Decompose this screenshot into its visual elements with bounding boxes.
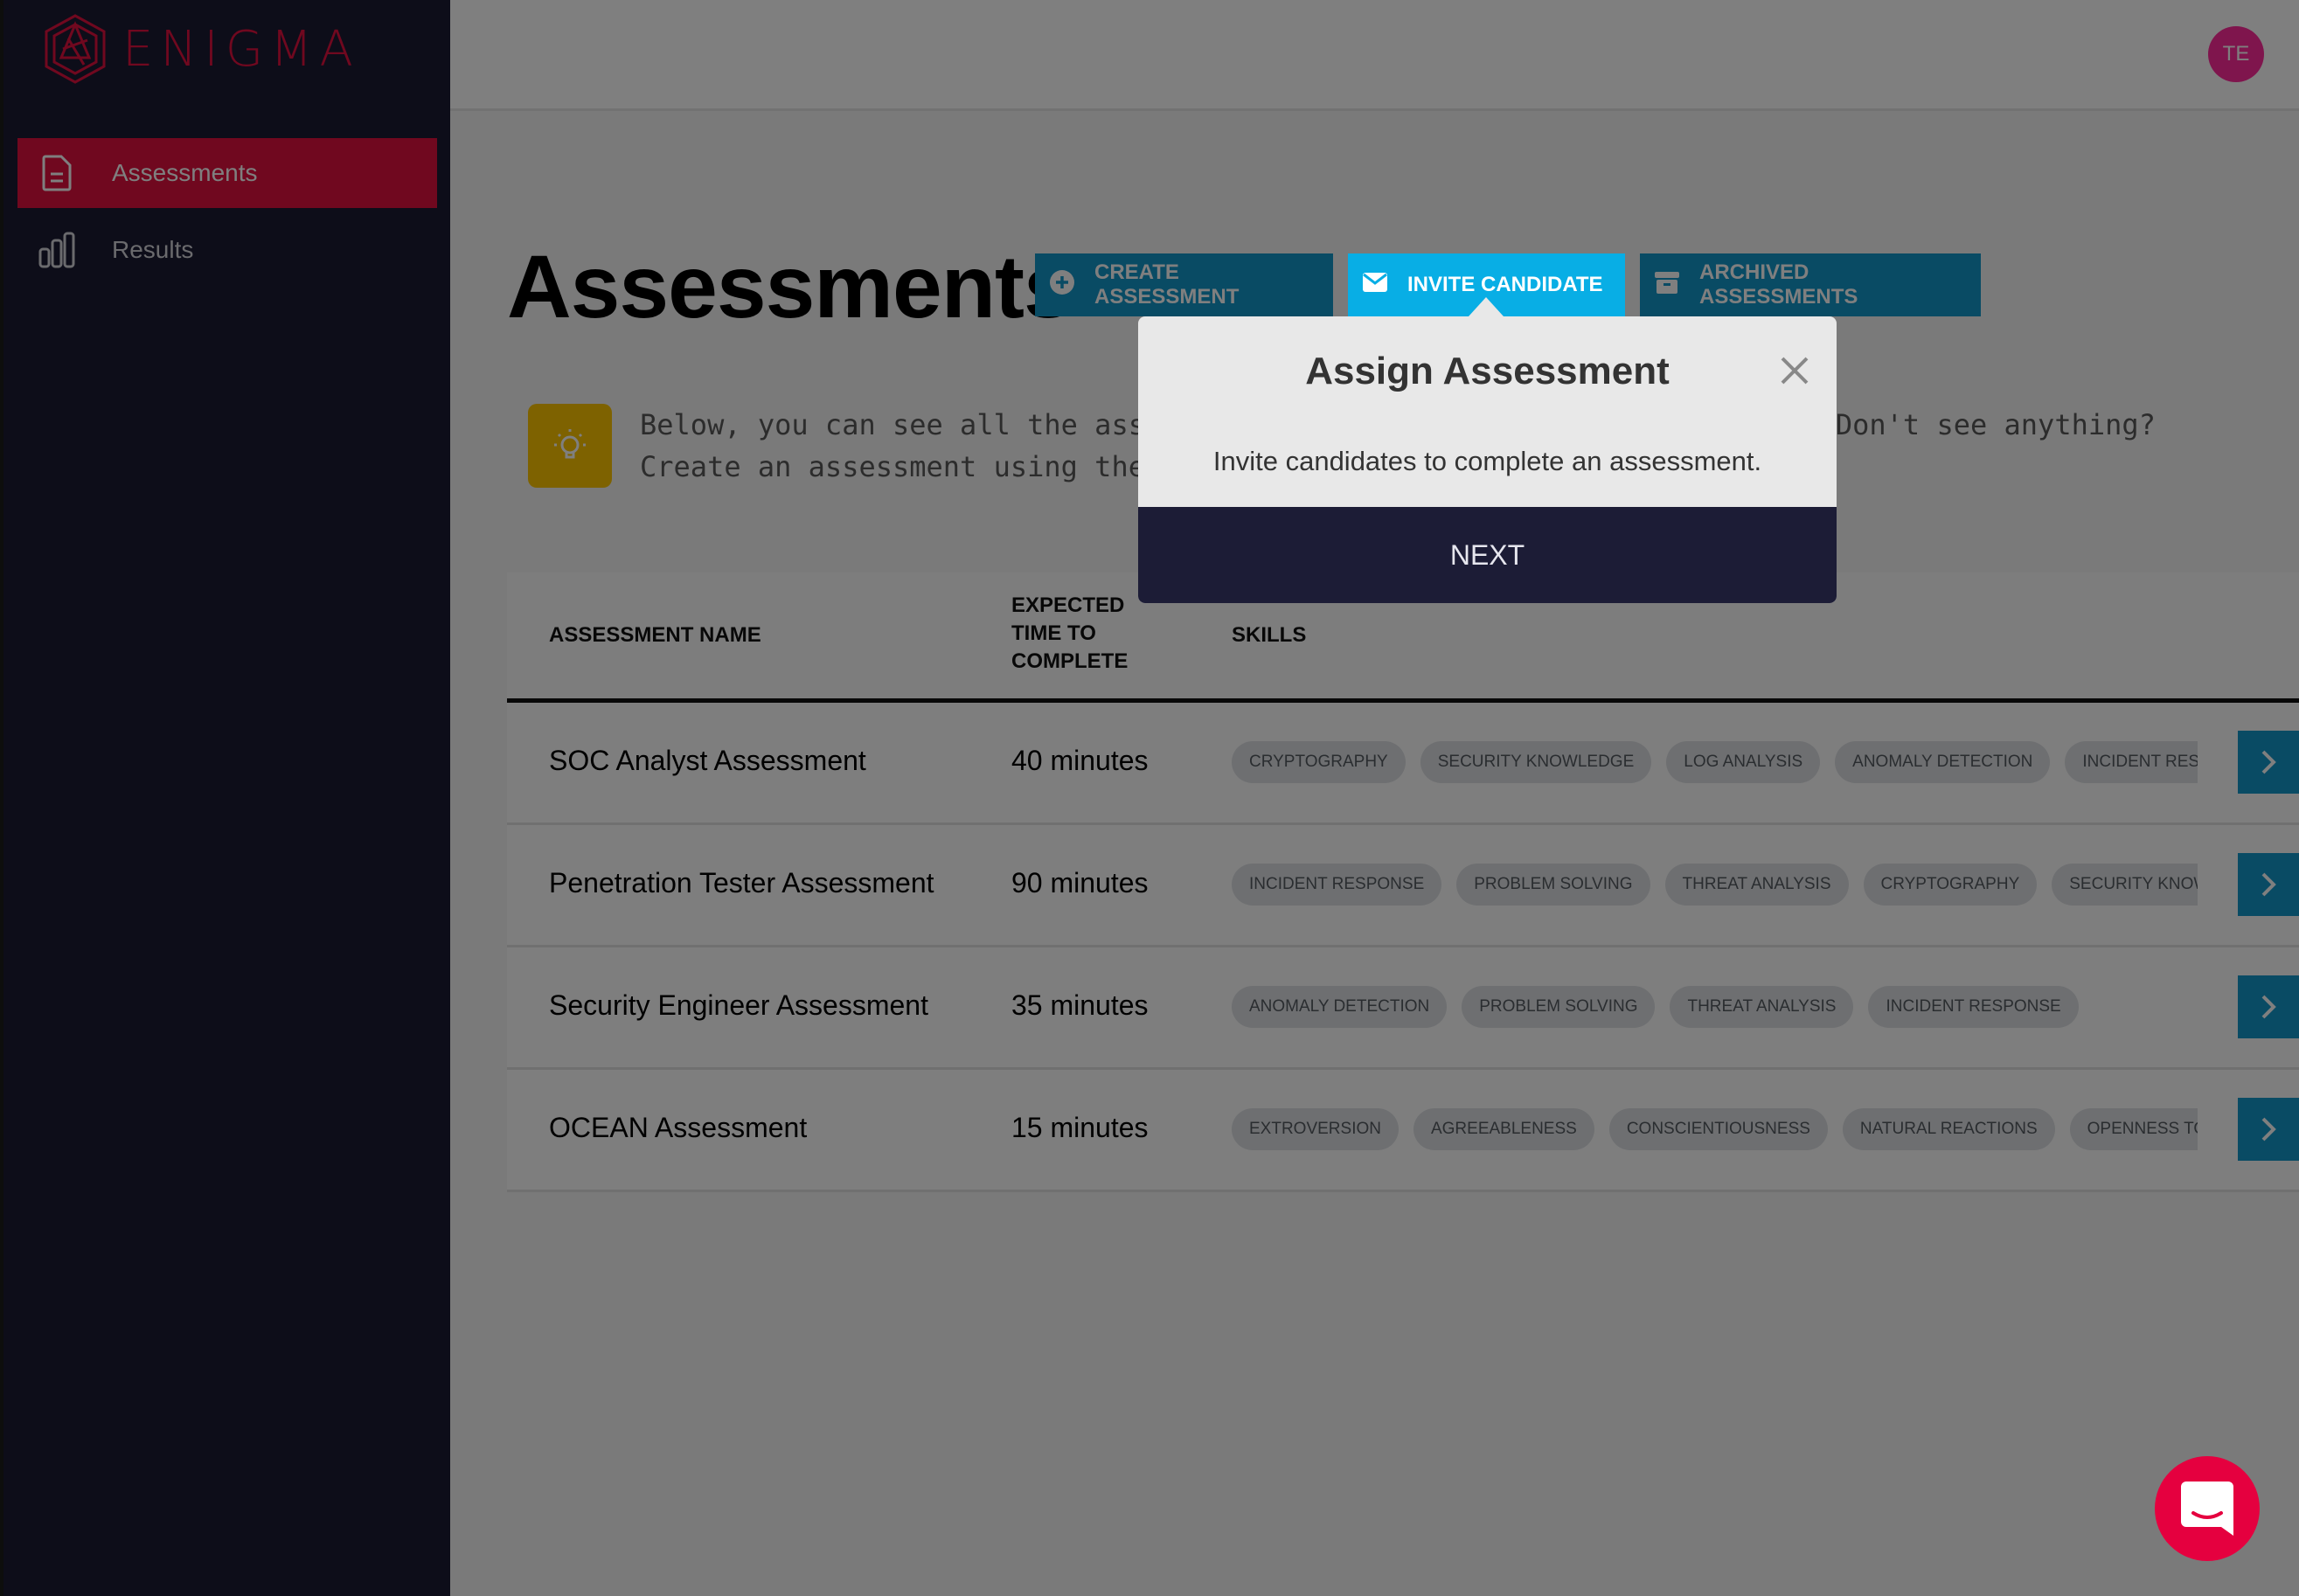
assign-assessment-popover: Assign Assessment Invite candidates to c… [1138,316,1837,603]
popover-arrow [1469,297,1504,316]
modal-backdrop[interactable] [0,0,2299,1596]
button-label: INVITE CANDIDATE [1407,273,1603,296]
close-icon[interactable] [1779,355,1810,386]
chat-widget-button[interactable] [2155,1456,2260,1561]
chat-bubble-icon [2181,1482,2233,1536]
popover-title: Assign Assessment [1305,350,1670,392]
envelope-icon [1362,271,1388,300]
popover-body: Invite candidates to complete an assessm… [1212,446,1762,476]
next-button[interactable]: NEXT [1138,507,1837,603]
